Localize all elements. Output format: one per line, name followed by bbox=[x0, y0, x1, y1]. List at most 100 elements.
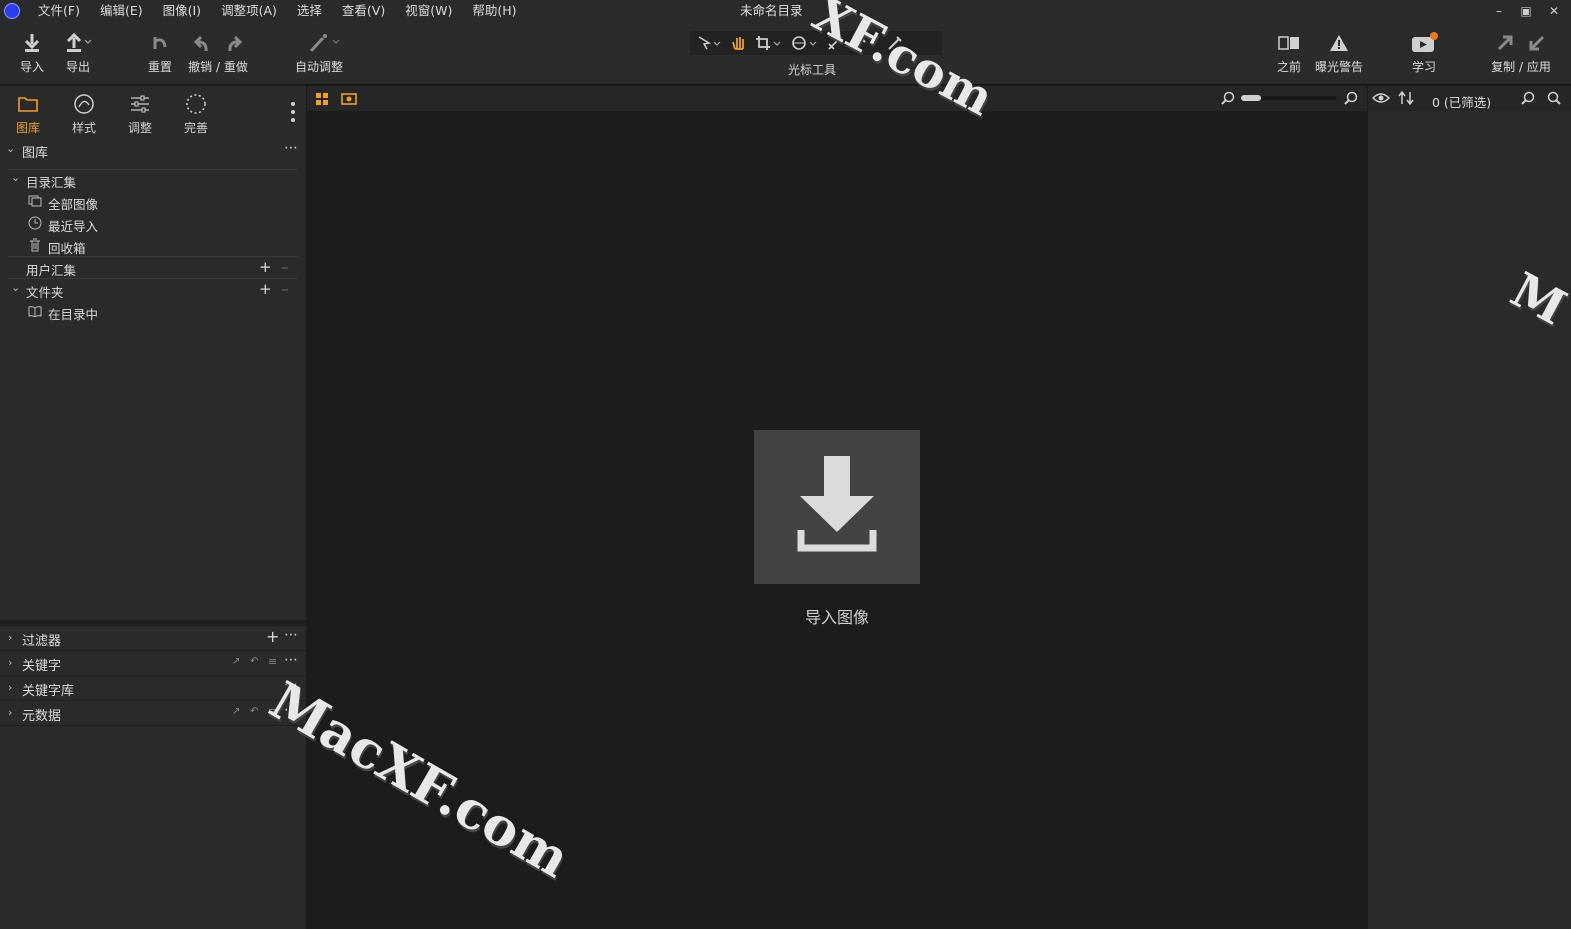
zoom-icon[interactable] bbox=[1521, 91, 1535, 108]
export-label: 导出 bbox=[65, 60, 90, 74]
auto-adjust-button[interactable]: 自动调整 bbox=[290, 30, 348, 75]
undo-icon[interactable] bbox=[194, 33, 210, 53]
import-images-button[interactable] bbox=[754, 430, 920, 584]
chevron-down-icon[interactable]: ⌄ bbox=[6, 142, 15, 155]
hand-tool-icon[interactable] bbox=[730, 34, 748, 52]
tab-refine[interactable]: 完善 bbox=[170, 92, 222, 136]
list-icon[interactable]: ≡ bbox=[268, 655, 277, 668]
menu-view[interactable]: 查看(V) bbox=[342, 0, 385, 22]
keywords-more-icon[interactable]: ⋯ bbox=[284, 652, 299, 668]
add-filter-icon[interactable]: + bbox=[266, 627, 279, 646]
menu-select[interactable]: 选择 bbox=[297, 0, 322, 22]
slider-thumb[interactable] bbox=[1241, 95, 1261, 101]
grid-view-icon[interactable] bbox=[315, 92, 329, 109]
sliders-icon bbox=[114, 92, 166, 116]
menu-edit[interactable]: 编辑(E) bbox=[100, 0, 143, 22]
zoom-out-icon[interactable] bbox=[1221, 91, 1235, 108]
chevron-right-icon: › bbox=[8, 681, 13, 694]
copy-icon[interactable]: ↗ bbox=[232, 656, 240, 667]
remove-folder-icon[interactable]: – bbox=[281, 280, 289, 298]
before-button[interactable]: 之前 bbox=[1268, 30, 1310, 75]
reset-icon bbox=[142, 30, 178, 56]
reset-label: 重置 bbox=[147, 60, 172, 74]
maximize-icon[interactable]: ▣ bbox=[1517, 2, 1535, 20]
reset-icon[interactable]: ↶ bbox=[250, 706, 258, 717]
import-images-label: 导入图像 bbox=[804, 608, 869, 627]
menu-file[interactable]: 文件(F) bbox=[38, 0, 80, 22]
learn-label: 学习 bbox=[1411, 60, 1436, 74]
reset-icon[interactable]: ↶ bbox=[250, 656, 258, 667]
list-item-trash[interactable]: 回收箱 bbox=[48, 238, 86, 257]
copy-icon[interactable]: ↗ bbox=[232, 706, 240, 717]
cursor-tools-label: 光标工具 bbox=[787, 63, 836, 77]
sort-icon[interactable] bbox=[1398, 90, 1414, 108]
eye-icon[interactable] bbox=[1371, 92, 1391, 107]
undo-redo-button[interactable]: 撤销 / 重做 bbox=[186, 30, 250, 75]
tab-adjust[interactable]: 调整 bbox=[114, 92, 166, 136]
library-more-icon[interactable]: ⋯ bbox=[284, 140, 299, 156]
menu-bar: 文件(F) 编辑(E) 图像(I) 调整项(A) 选择 查看(V) 视窗(W) … bbox=[38, 0, 536, 22]
exposure-warning-button[interactable]: 曝光警告 bbox=[1312, 30, 1366, 75]
zoom-in-icon[interactable] bbox=[1344, 91, 1358, 108]
export-button[interactable]: 导出 bbox=[58, 30, 98, 75]
tabs-more-icon[interactable] bbox=[290, 100, 296, 127]
warning-icon bbox=[1312, 30, 1366, 56]
search-icon[interactable] bbox=[1547, 91, 1561, 108]
right-panel bbox=[1368, 86, 1571, 929]
import-label: 导入 bbox=[19, 60, 44, 74]
before-after-icon bbox=[1268, 30, 1310, 56]
book-icon bbox=[28, 305, 42, 320]
auto-adjust-label: 自动调整 bbox=[294, 60, 343, 74]
filters-more-icon[interactable]: ⋯ bbox=[284, 627, 299, 643]
library-section: ⌄ 图库 ⋯ ⌄ 目录汇集 全部图像 最近导入 回收箱 用户汇集 + – ⌄ 文… bbox=[0, 140, 306, 620]
play-video-icon bbox=[1402, 30, 1446, 56]
filter-toolbar: 0 (已筛选) bbox=[1368, 86, 1571, 111]
folder-icon bbox=[2, 92, 54, 116]
tab-library[interactable]: 图库 bbox=[2, 92, 54, 136]
import-button[interactable]: 导入 bbox=[14, 30, 50, 75]
add-user-collection-icon[interactable]: + bbox=[259, 258, 272, 276]
menu-window[interactable]: 视窗(W) bbox=[405, 0, 452, 22]
list-item-all-images[interactable]: 全部图像 bbox=[48, 194, 98, 213]
list-item-in-catalog[interactable]: 在目录中 bbox=[48, 304, 98, 323]
trash-icon bbox=[28, 238, 42, 255]
viewer-icon[interactable] bbox=[341, 92, 357, 109]
reset-button[interactable]: 重置 bbox=[142, 30, 178, 75]
clock-icon bbox=[28, 216, 42, 233]
apply-arrow-icon[interactable] bbox=[1527, 33, 1547, 53]
user-collections[interactable]: 用户汇集 bbox=[26, 260, 76, 279]
chevron-down-icon[interactable]: ⌄ bbox=[11, 281, 20, 294]
magic-wand-icon bbox=[290, 30, 348, 56]
copy-arrow-icon[interactable] bbox=[1495, 33, 1515, 53]
menu-adjustments[interactable]: 调整项(A) bbox=[221, 0, 277, 22]
learn-button[interactable]: 学习 bbox=[1402, 30, 1446, 75]
panel-keyword-library[interactable]: › 关键字库 ⋯ bbox=[0, 675, 306, 700]
close-icon[interactable]: ✕ bbox=[1545, 2, 1563, 20]
copy-apply-button[interactable]: 复制 / 应用 bbox=[1488, 30, 1554, 75]
select-arrow-icon[interactable] bbox=[696, 35, 724, 51]
window-title: 未命名目录 bbox=[740, 3, 803, 18]
tool-tabs: 图库 样式 调整 完善 bbox=[0, 86, 306, 140]
browser-toolbar bbox=[307, 86, 1367, 111]
refine-icon bbox=[170, 92, 222, 116]
panel-keywords[interactable]: › 关键字 ↗ ↶ ≡ ⋯ bbox=[0, 650, 306, 675]
thumbnail-size-slider[interactable] bbox=[1241, 95, 1337, 101]
remove-user-collection-icon[interactable]: – bbox=[281, 258, 289, 276]
crop-icon[interactable] bbox=[754, 34, 784, 52]
before-label: 之前 bbox=[1276, 60, 1301, 74]
exposure-warning-label: 曝光警告 bbox=[1314, 60, 1363, 74]
minimize-icon[interactable]: – bbox=[1490, 2, 1508, 20]
catalog-collections[interactable]: 目录汇集 bbox=[26, 172, 76, 191]
folders[interactable]: 文件夹 bbox=[26, 282, 64, 301]
tab-styles[interactable]: 样式 bbox=[58, 92, 110, 136]
app-logo-icon bbox=[4, 3, 20, 19]
redo-icon[interactable] bbox=[226, 33, 242, 53]
menu-help[interactable]: 帮助(H) bbox=[472, 0, 516, 22]
menu-image[interactable]: 图像(I) bbox=[163, 0, 201, 22]
panel-filters[interactable]: › 过滤器 + ⋯ bbox=[0, 625, 306, 650]
add-folder-icon[interactable]: + bbox=[259, 280, 272, 298]
import-icon bbox=[14, 30, 50, 56]
list-item-recent-imports[interactable]: 最近导入 bbox=[48, 216, 98, 235]
chevron-right-icon: › bbox=[8, 656, 13, 669]
chevron-down-icon[interactable]: ⌄ bbox=[11, 171, 20, 184]
